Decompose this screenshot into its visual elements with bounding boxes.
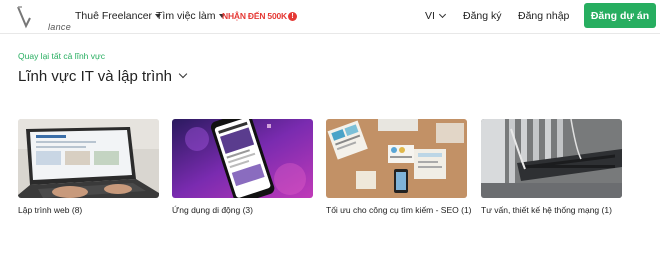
category-card-web-development[interactable]: Lập trình web (8): [18, 119, 159, 215]
page-title: Lĩnh vực IT và lập trình: [18, 68, 173, 85]
network-cables-photo-thumbnail: [481, 119, 622, 198]
chevron-down-icon: [438, 10, 446, 19]
top-navbar: lance Thuê Freelancer Tìm việc làm NHẬN …: [0, 0, 660, 34]
category-label: Tư vấn, thiết kế hệ thống mạng (1): [481, 205, 612, 215]
nav-hire-freelancer[interactable]: Thuê Freelancer: [75, 10, 162, 22]
category-label: Lập trình web (8): [18, 205, 83, 215]
smartphone-photo-thumbnail: [172, 119, 313, 198]
desk-workspace-photo-thumbnail: [326, 119, 467, 198]
language-selector[interactable]: VI: [425, 10, 446, 22]
nav-hire-freelancer-label: Thuê Freelancer: [75, 10, 153, 22]
register-link[interactable]: Đăng ký: [463, 10, 502, 22]
category-label: Ứng dụng di động (3): [172, 205, 253, 215]
category-label: Tối ưu cho công cụ tìm kiếm - SEO (1): [326, 205, 472, 215]
promo-label: NHẬN ĐẾN 500K: [222, 11, 287, 21]
back-to-all-categories-link[interactable]: Quay lại tất cả lĩnh vực: [18, 51, 105, 61]
category-title-dropdown[interactable]: Lĩnh vực IT và lập trình: [18, 68, 188, 85]
post-project-button[interactable]: Đăng dự án: [584, 3, 656, 28]
category-card-seo[interactable]: Tối ưu cho công cụ tìm kiếm - SEO (1): [326, 119, 472, 215]
category-card-mobile-apps[interactable]: Ứng dụng di động (3): [172, 119, 313, 215]
promo-link[interactable]: NHẬN ĐẾN 500K!: [222, 11, 297, 22]
laptop-photo-thumbnail: [18, 119, 159, 198]
language-value: VI: [425, 10, 435, 22]
category-card-network-design[interactable]: Tư vấn, thiết kế hệ thống mạng (1): [481, 119, 622, 215]
vlance-logo[interactable]: lance: [16, 4, 71, 32]
login-link[interactable]: Đăng nhập: [518, 10, 569, 22]
chevron-down-icon: [178, 69, 188, 79]
promo-badge-icon: !: [287, 12, 297, 22]
logo-text: lance: [48, 22, 72, 32]
nav-find-jobs[interactable]: Tìm việc làm: [156, 10, 225, 22]
nav-find-jobs-label: Tìm việc làm: [156, 10, 216, 22]
